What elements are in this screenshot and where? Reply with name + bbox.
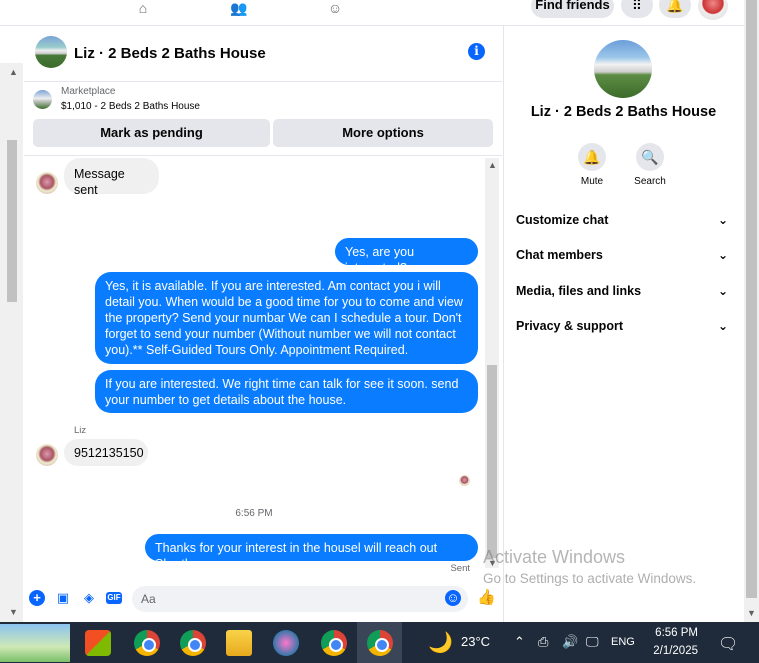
chrome-icon[interactable]: [180, 630, 206, 656]
volume-icon[interactable]: 🔊: [562, 634, 578, 650]
incoming-message[interactable]: 9512135150: [64, 439, 148, 466]
chevron-down-icon: ⌄: [717, 213, 728, 227]
more-options-button[interactable]: More options: [273, 119, 493, 147]
chat-members-row[interactable]: Chat members ⌄: [516, 248, 730, 268]
menu-grid-icon[interactable]: ⠿: [621, 0, 653, 18]
camera-icon[interactable]: ⎙: [538, 634, 548, 650]
outgoing-message[interactable]: If you are interested. We right time can…: [95, 370, 478, 413]
chat-header: Liz · 2 Beds 2 Baths House i: [24, 26, 502, 82]
clock-time[interactable]: 6:56 PM: [652, 627, 698, 639]
weather-moon-icon[interactable]: 🌙: [428, 630, 453, 655]
home-icon[interactable]: ⌂: [130, 0, 156, 18]
message-timestamp: 6:56 PM: [235, 508, 273, 519]
chevron-down-icon: ⌄: [717, 284, 728, 298]
liz-avatar[interactable]: [36, 172, 58, 194]
listing-large-avatar[interactable]: [594, 40, 652, 98]
emoji-icon[interactable]: ☺: [445, 590, 461, 606]
groups-icon[interactable]: ☺: [322, 0, 348, 18]
activate-windows-title: Activate Windows: [483, 547, 626, 567]
mark-as-pending-button[interactable]: Mark as pending: [33, 119, 270, 147]
gif-icon[interactable]: GIF: [106, 592, 122, 604]
outgoing-message[interactable]: Yes, are you interested?: [335, 238, 478, 275]
chrome-profile-icon[interactable]: [134, 630, 160, 656]
thumbs-up-icon[interactable]: 👍: [477, 590, 496, 606]
chevron-down-icon: ⌄: [717, 319, 728, 333]
info-icon[interactable]: i: [468, 43, 485, 60]
photo-icon[interactable]: ▣: [55, 590, 71, 606]
window-scrollbar-thumb[interactable]: [746, 0, 757, 598]
scroll-up-arrow-icon[interactable]: ▲: [9, 67, 18, 77]
messages-scrollbar-thumb[interactable]: [487, 365, 497, 558]
liz-avatar[interactable]: [36, 444, 58, 466]
store-icon[interactable]: [85, 630, 111, 656]
clock-date[interactable]: 2/1/2025: [650, 645, 698, 657]
mute-label: Mute: [580, 176, 604, 187]
activate-windows-subtitle: Go to Settings to activate Windows.: [483, 571, 697, 586]
network-icon[interactable]: 🖵: [586, 634, 599, 650]
panel-title: Liz · 2 Beds 2 Baths House: [530, 104, 717, 120]
file-explorer-icon[interactable]: [226, 630, 252, 656]
search-label: Search: [634, 176, 666, 187]
outgoing-message[interactable]: Yes, it is available. If you are interes…: [95, 272, 478, 364]
seen-avatar: [459, 475, 470, 486]
row-label: Customize chat: [516, 213, 609, 227]
customize-chat-row[interactable]: Customize chat ⌄: [516, 213, 730, 233]
row-label: Privacy & support: [516, 319, 623, 333]
listing-avatar[interactable]: [35, 36, 67, 68]
show-hidden-icons-chevron-icon[interactable]: ⌃: [514, 634, 525, 650]
chrome-icon[interactable]: [321, 630, 347, 656]
chat-title[interactable]: Liz · 2 Beds 2 Baths House: [74, 45, 266, 62]
search-icon[interactable]: 🔍: [636, 143, 664, 171]
top-nav-bar: ⌂ 👥 ☺ Find friends ⠿ 🔔: [0, 0, 744, 26]
marketplace-label: Marketplace: [61, 86, 116, 97]
chrome-active-icon[interactable]: [367, 630, 393, 656]
message-input[interactable]: [132, 586, 468, 612]
page-scrollbar-thumb[interactable]: [7, 140, 17, 302]
chevron-down-icon: ⌄: [717, 248, 728, 262]
notification-center-icon[interactable]: 🗨: [718, 634, 738, 654]
sender-name: Liz: [74, 425, 87, 436]
message-input-placeholder: Aa: [141, 592, 156, 606]
notifications-bell-icon[interactable]: 🔔: [659, 0, 691, 18]
listing-price-title[interactable]: $1,010 - 2 Beds 2 Baths House: [61, 101, 200, 112]
privacy-support-row[interactable]: Privacy & support ⌄: [516, 319, 730, 339]
row-label: Chat members: [516, 248, 603, 262]
plus-icon[interactable]: +: [29, 590, 45, 606]
media-files-links-row[interactable]: Media, files and links ⌄: [516, 284, 730, 304]
outgoing-message[interactable]: Thanks for your interest in the housel w…: [145, 534, 478, 571]
weather-temperature[interactable]: 23°C: [461, 634, 490, 649]
language-indicator[interactable]: ENG: [611, 636, 635, 648]
row-label: Media, files and links: [516, 284, 642, 298]
window-scroll-down-icon[interactable]: ▼: [747, 608, 756, 618]
friends-icon[interactable]: 👥: [226, 0, 252, 18]
widgets-landscape-icon[interactable]: [0, 624, 70, 662]
snipping-tool-icon[interactable]: [273, 630, 299, 656]
profile-avatar[interactable]: [698, 0, 728, 20]
listing-thumbnail[interactable]: [33, 90, 52, 109]
delivery-status: Sent: [450, 563, 470, 574]
find-friends-button[interactable]: Find friends: [531, 0, 614, 18]
divider: [24, 155, 502, 156]
message-sent-notice: Message sent: [64, 158, 159, 197]
scroll-down-arrow-icon[interactable]: ▼: [9, 607, 18, 617]
mute-bell-icon[interactable]: 🔔: [578, 143, 606, 171]
sticker-icon[interactable]: ◈: [81, 590, 97, 606]
messages-scroll-up-icon[interactable]: ▲: [488, 160, 497, 170]
